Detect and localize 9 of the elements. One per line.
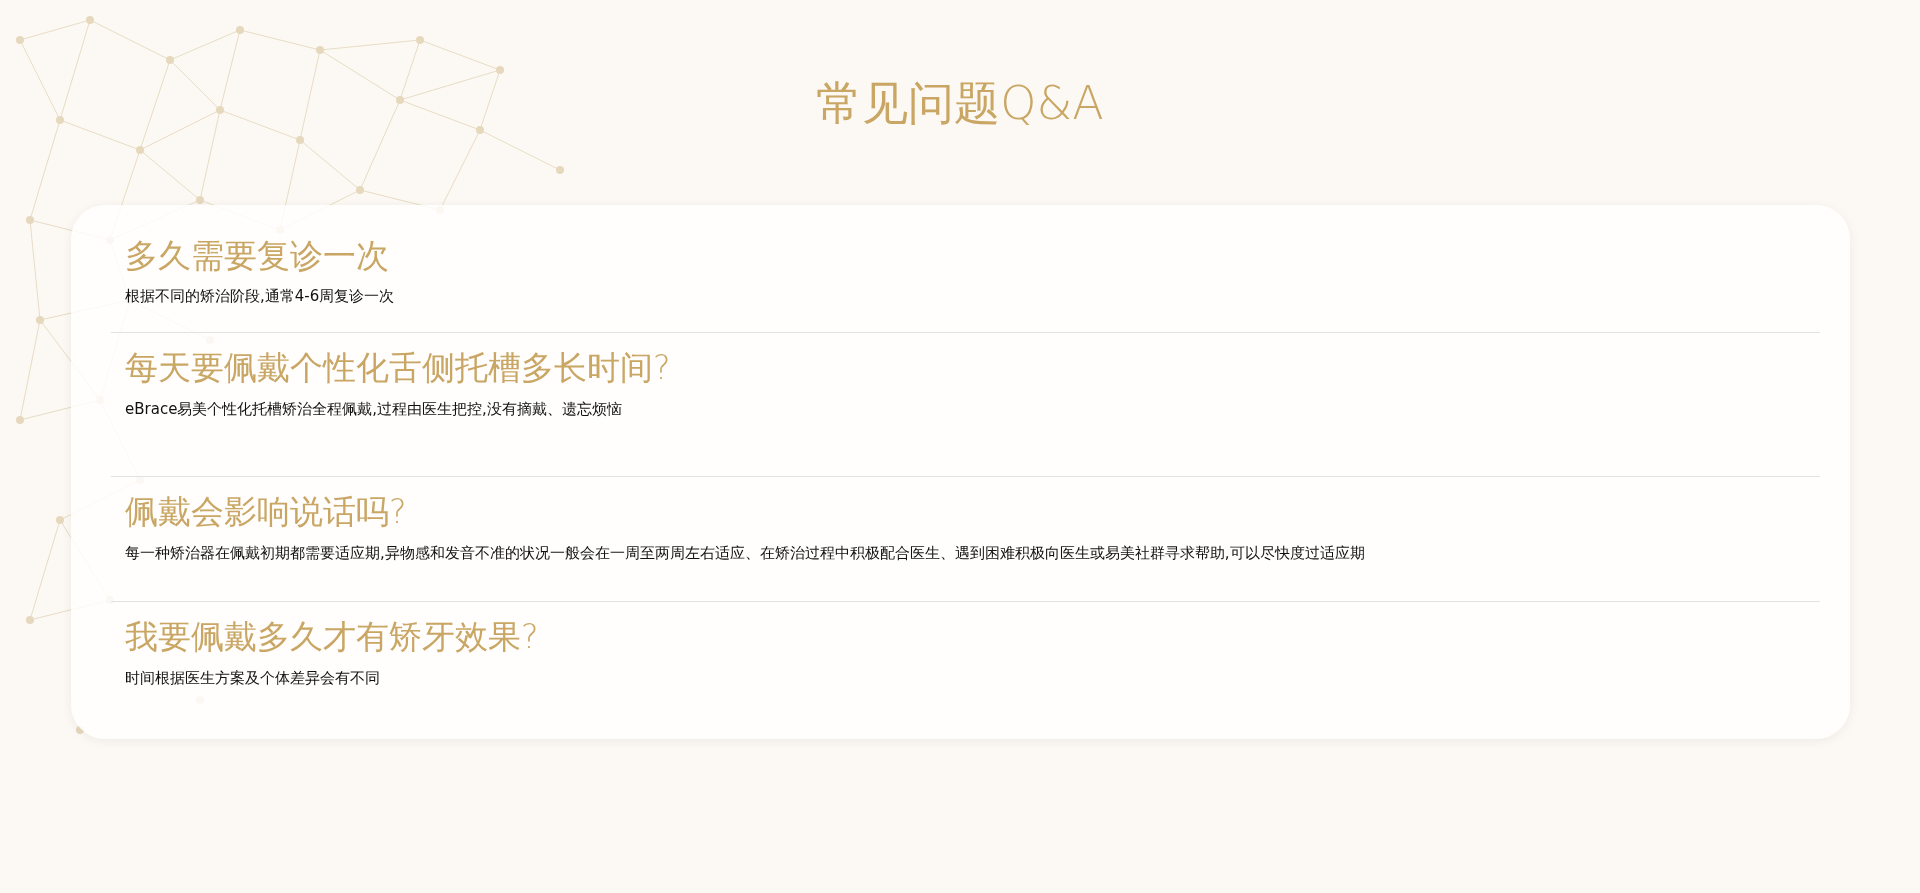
faq-question: 多久需要复诊一次 [125,234,390,277]
faq-answer: eBrace易美个性化托槽矫治全程佩戴,过程由医生把控,没有摘戴、遗忘烦恼 [125,398,623,420]
faq-answer: 根据不同的矫治阶段,通常4-6周复诊一次 [125,286,396,308]
faq-answer: 每一种矫治器在佩戴初期都需要适应期,异物感和发音不准的状况一般会在一周至两周左右适应、在矫治过程中积极配合医生、遇到困难积极向医生或易美社群寻求帮助,可以尽快度过适应期 [125,543,1366,565]
faq-question: 佩戴会影响说话吗? [125,491,408,534]
faq-question: 每天要佩戴个性化舌侧托槽多长时间? [125,347,672,389]
faq-answer: 时间根据医生方案及个体差异会有不同 [125,667,381,689]
faq-question: 我要佩戴多久才有矫牙效果? [125,615,540,658]
page-title: 常见问题Q&A [815,78,1105,129]
